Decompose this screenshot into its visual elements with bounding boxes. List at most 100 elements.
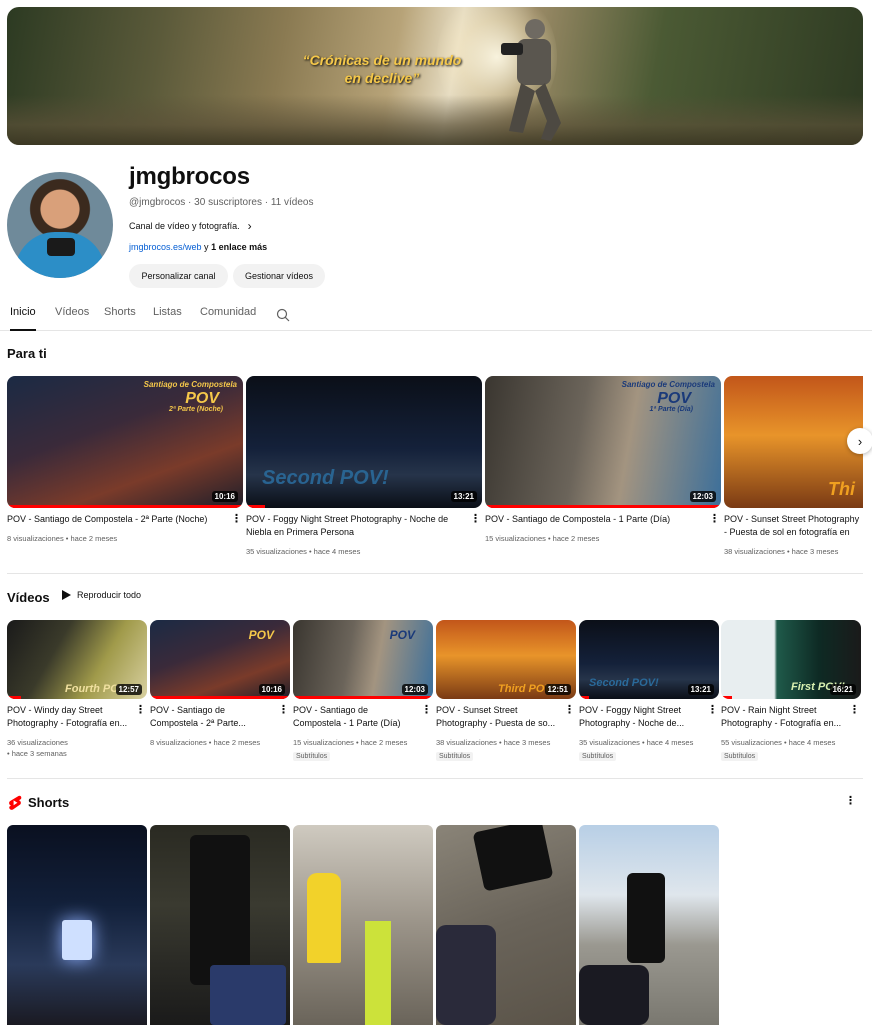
video-title[interactable]: POV - Santiago de Compostela - 1 Parte (… — [293, 704, 417, 730]
play-all-button[interactable]: Reproducir todo — [62, 590, 141, 600]
more-vert-icon[interactable]: ⋮ — [135, 703, 146, 716]
banner-quote-line1: “Crónicas de un mundo — [302, 52, 462, 68]
tab-shorts[interactable]: Shorts — [104, 306, 136, 318]
more-vert-icon[interactable]: ⋮ — [709, 512, 720, 525]
shorts-logo-icon — [9, 795, 22, 810]
thumbnail-overlay-text: Santiago de Compostela — [143, 380, 237, 389]
short-thumbnail[interactable] — [293, 825, 433, 1025]
video-thumbnail[interactable]: First POV! 16:21 — [721, 620, 861, 699]
video-meta: 38 visualizaciones • hace 3 meses — [436, 738, 551, 747]
video-title[interactable]: POV - Sunset Street Photography - Puesta… — [724, 513, 863, 541]
video-meta: 15 visualizaciones • hace 2 meses — [293, 738, 408, 747]
channel-link-sep: y — [201, 242, 212, 252]
video-thumbnail[interactable]: Second POV! 13:21 — [246, 376, 482, 508]
banner-ground — [7, 95, 863, 145]
channel-description[interactable]: Canal de vídeo y fotografía. › — [129, 219, 252, 233]
video-thumbnail[interactable]: Santiago de Compostela POV 1ª Parte (Día… — [485, 376, 721, 508]
video-title-line2: Photography - Noche de... — [579, 718, 685, 728]
video-thumbnail[interactable]: Third POV! 12:51 — [436, 620, 576, 699]
video-meta: 8 visualizaciones • hace 2 meses — [7, 534, 118, 543]
tab-inicio[interactable]: Inicio — [10, 306, 36, 331]
short-thumbnail[interactable] — [7, 825, 147, 1025]
video-duration: 13:21 — [450, 491, 477, 502]
watch-progress-bar — [246, 505, 265, 508]
watch-progress-bar — [579, 696, 589, 699]
thumbnail-overlay-text: Santiago de Compostela — [621, 380, 715, 389]
customize-channel-button[interactable]: Personalizar canal — [129, 264, 228, 288]
chevron-right-icon: › — [247, 219, 252, 233]
channel-avatar[interactable] — [7, 172, 113, 278]
watch-progress-bar — [7, 505, 243, 508]
video-title-line1: POV - Foggy Night Street — [579, 705, 682, 715]
banner-robot-photographer — [501, 19, 561, 141]
video-title[interactable]: POV - Foggy Night Street Photography - N… — [246, 513, 461, 541]
short-thumbnail[interactable] — [150, 825, 290, 1025]
short-thumbnail[interactable] — [579, 825, 719, 1025]
channel-meta: @jmgbrocos · 30 suscriptores · 11 vídeos — [129, 197, 314, 208]
short-hand — [579, 965, 649, 1025]
play-icon — [62, 590, 71, 600]
video-title-line1: POV - Santiago de — [150, 705, 226, 715]
video-thumbnail[interactable]: Thi — [724, 376, 863, 508]
channel-links: jmgbrocos.es/web y 1 enlace más — [129, 242, 267, 252]
video-title-line1: POV - Windy day Street — [7, 705, 103, 715]
video-title[interactable]: POV - Foggy Night Street Photography - N… — [579, 704, 703, 730]
video-duration: 12:51 — [544, 684, 571, 695]
video-title-line2: Compostela - 2ª Parte... — [150, 718, 246, 728]
video-thumbnail[interactable]: POV 12:03 — [293, 620, 433, 699]
tab-videos[interactable]: Vídeos — [55, 306, 89, 318]
short-thumbnail[interactable] — [436, 825, 576, 1025]
video-thumbnail[interactable]: Fourth POV! 12:57 — [7, 620, 147, 699]
video-meta-line2: • hace 3 semanas — [7, 749, 67, 758]
thumbnail-overlay-text: Second POV! — [262, 467, 389, 489]
more-vert-icon[interactable]: ⋮ — [421, 703, 432, 716]
video-thumbnail[interactable]: Santiago de Compostela POV 2ª Parte (Noc… — [7, 376, 243, 508]
video-title-line2: Photography - Fotografía en... — [721, 718, 842, 728]
more-vert-icon[interactable]: ⋮ — [849, 703, 860, 716]
short-hand — [436, 925, 496, 1025]
video-meta: 38 visualizaciones • hace 3 meses — [724, 547, 839, 556]
subtitles-badge: Subtítulos — [721, 752, 759, 761]
video-meta: 15 visualizaciones • hace 2 meses — [485, 534, 600, 543]
more-vert-icon[interactable]: ⋮ — [564, 703, 575, 716]
video-title-line1: POV - Sunset Street — [436, 705, 518, 715]
video-thumbnail[interactable]: Second POV! 13:21 — [579, 620, 719, 699]
manage-videos-button[interactable]: Gestionar vídeos — [233, 264, 325, 288]
video-title[interactable]: POV - Rain Night Street Photography - Fo… — [721, 704, 845, 730]
short-camera-body — [472, 825, 554, 892]
channel-banner: “Crónicas de un mundo en declive” — [7, 7, 863, 145]
video-title[interactable]: POV - Sunset Street Photography - Puesta… — [436, 704, 560, 730]
more-vert-icon[interactable]: ⋮ — [278, 703, 289, 716]
watch-progress-bar — [721, 696, 733, 699]
banner-quote-line2: en declive” — [344, 70, 420, 86]
more-vert-icon[interactable]: ⋮ — [231, 512, 242, 525]
channel-tabs: Inicio Vídeos Shorts Listas Comunidad — [0, 300, 872, 331]
search-icon[interactable] — [276, 308, 290, 322]
tab-comunidad[interactable]: Comunidad — [200, 306, 256, 318]
thumbnail-overlay-text: 2ª Parte (Noche) — [169, 406, 223, 413]
channel-description-text: Canal de vídeo y fotografía. — [129, 221, 240, 231]
video-meta: 55 visualizaciones • hace 4 meses — [721, 738, 836, 747]
video-title[interactable]: POV - Santiago de Compostela - 1 Parte (… — [485, 513, 700, 527]
channel-more-links[interactable]: 1 enlace más — [211, 242, 267, 252]
thumbnail-overlay-text: Thi — [828, 479, 855, 499]
tab-listas[interactable]: Listas — [153, 306, 182, 318]
video-duration: 16:21 — [829, 684, 856, 695]
more-vert-icon[interactable]: ⋮ — [707, 703, 718, 716]
more-vert-icon[interactable]: ⋮ — [470, 512, 481, 525]
video-title-line2: Photography - Puesta de so... — [436, 718, 556, 728]
video-title-line2: Compostela - 1 Parte (Día) — [293, 718, 401, 728]
section-title-shorts: Shorts — [28, 795, 70, 810]
video-title[interactable]: POV - Santiago de Compostela - 2ª Parte … — [7, 513, 222, 527]
video-duration: 12:03 — [689, 491, 716, 502]
video-title[interactable]: POV - Santiago de Compostela - 2ª Parte.… — [150, 704, 274, 730]
banner-quote: “Crónicas de un mundo en declive” — [297, 51, 467, 87]
channel-link[interactable]: jmgbrocos.es/web — [129, 242, 202, 252]
video-thumbnail[interactable]: POV 10:16 — [150, 620, 290, 699]
chevron-right-icon[interactable]: › — [847, 428, 872, 454]
more-vert-icon[interactable]: ⋮ — [845, 794, 856, 807]
subtitles-badge: Subtítulos — [436, 752, 474, 761]
video-title-line1: POV - Santiago de — [293, 705, 369, 715]
video-title[interactable]: POV - Windy day Street Photography - Fot… — [7, 704, 131, 730]
short-yellow-mailbox — [307, 873, 341, 963]
